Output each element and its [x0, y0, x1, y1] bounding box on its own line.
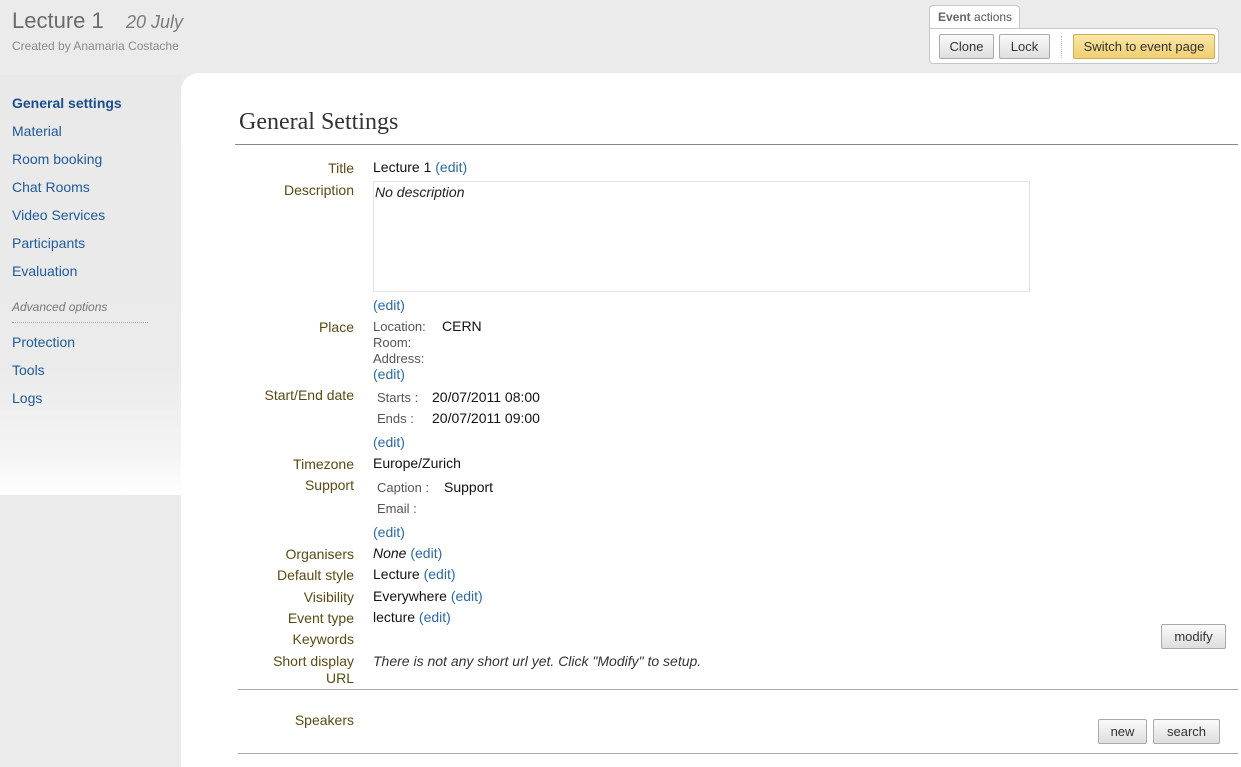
visibility-text: Everywhere: [373, 588, 447, 604]
sidebar-item-general-settings[interactable]: General settings: [12, 95, 122, 111]
label-short-url-1: Short display: [273, 653, 354, 669]
switch-to-event-page-button[interactable]: Switch to event page: [1073, 34, 1215, 59]
room-label: Room:: [373, 335, 412, 350]
edit-place-link[interactable]: (edit): [373, 366, 405, 382]
edit-organisers-link[interactable]: (edit): [410, 545, 442, 561]
value-organisers: None (edit): [373, 545, 442, 561]
sidebar-item-evaluation[interactable]: Evaluation: [12, 263, 77, 279]
address-label: Address:: [373, 351, 425, 366]
label-short-url-2: URL: [325, 670, 354, 686]
short-url-message: There is not any short url yet. Click "M…: [373, 653, 702, 669]
ends-value: 20/07/2011 09:00: [432, 410, 540, 426]
edit-event-type-link[interactable]: (edit): [419, 609, 451, 625]
edit-title-link[interactable]: (edit): [435, 159, 467, 175]
label-start-end-date: Start/End date: [264, 387, 354, 403]
event-actions-tab-rest: actions: [970, 10, 1013, 24]
value-visibility: Everywhere (edit): [373, 588, 483, 604]
advanced-options-rule: [12, 322, 148, 323]
organisers-text: None: [373, 545, 407, 561]
edit-support-link[interactable]: (edit): [373, 524, 405, 540]
label-support: Support: [304, 477, 354, 493]
sidebar-item-participants[interactable]: Participants: [12, 235, 85, 251]
edit-visibility-link[interactable]: (edit): [451, 588, 483, 604]
search-speaker-button[interactable]: search: [1153, 719, 1220, 744]
value-event-type: lecture (edit): [373, 609, 451, 625]
event-title: Lecture 1: [12, 8, 104, 33]
lock-button[interactable]: Lock: [999, 34, 1050, 59]
location-label: Location:: [373, 319, 426, 334]
sidebar-item-protection[interactable]: Protection: [12, 334, 75, 350]
event-actions-tab: Event actions: [929, 5, 1020, 29]
modify-button[interactable]: modify: [1161, 624, 1226, 649]
event-date: 20 July: [126, 12, 184, 32]
event-actions-tab-bold: Event: [938, 10, 971, 24]
label-place: Place: [318, 319, 354, 335]
caption-label: Caption :: [377, 480, 430, 495]
title-text: Lecture 1: [373, 159, 432, 175]
label-visibility: Visibility: [303, 589, 354, 605]
label-timezone: Timezone: [293, 456, 354, 472]
value-default-style: Lecture (edit): [373, 566, 456, 582]
event-actions-box: Clone Lock Switch to event page: [929, 28, 1219, 64]
label-title: Title: [328, 160, 354, 176]
description-box: No description: [373, 181, 1030, 292]
starts-label: Starts :: [377, 390, 419, 405]
sidebar-item-video-services[interactable]: Video Services: [12, 207, 105, 223]
actions-separator: [1061, 36, 1062, 58]
title-rule: [235, 144, 1238, 145]
caption-value: Support: [444, 479, 494, 495]
page-title: General Settings: [239, 109, 399, 135]
sidebar-item-chat-rooms[interactable]: Chat Rooms: [12, 179, 90, 195]
section-rule: [238, 689, 1238, 690]
created-by: Created by Anamaria Costache: [12, 39, 179, 53]
timezone-value: Europe/Zurich: [373, 455, 461, 471]
label-speakers: Speakers: [294, 712, 354, 728]
ends-label: Ends :: [377, 411, 414, 426]
new-speaker-button[interactable]: new: [1098, 719, 1147, 744]
event-type-text: lecture: [373, 609, 416, 625]
label-description: Description: [283, 182, 354, 198]
label-keywords: Keywords: [292, 631, 354, 647]
edit-dates-link[interactable]: (edit): [373, 434, 405, 450]
sidebar: General settings Material Room booking C…: [0, 75, 181, 495]
bottom-rule: [238, 753, 1238, 754]
default-style-text: Lecture: [373, 566, 420, 582]
sidebar-item-tools[interactable]: Tools: [12, 362, 45, 378]
sidebar-item-logs[interactable]: Logs: [12, 390, 42, 406]
email-label: Email :: [377, 501, 417, 516]
location-value: CERN: [442, 318, 482, 334]
label-default-style: Default style: [276, 567, 354, 583]
advanced-options-heading: Advanced options: [12, 300, 108, 314]
clone-button[interactable]: Clone: [939, 34, 994, 59]
value-title: Lecture 1 (edit): [373, 159, 467, 175]
starts-value: 20/07/2011 08:00: [432, 389, 540, 405]
edit-default-style-link[interactable]: (edit): [424, 566, 456, 582]
sidebar-item-room-booking[interactable]: Room booking: [12, 151, 102, 167]
sidebar-item-material[interactable]: Material: [12, 123, 62, 139]
header: Lecture 1 20 July Created by Anamaria Co…: [0, 0, 1241, 75]
edit-description-link[interactable]: (edit): [373, 297, 405, 313]
label-event-type: Event type: [287, 610, 354, 626]
label-organisers: Organisers: [285, 546, 354, 562]
main-panel: General Settings Title Lecture 1 (edit) …: [181, 73, 1241, 767]
